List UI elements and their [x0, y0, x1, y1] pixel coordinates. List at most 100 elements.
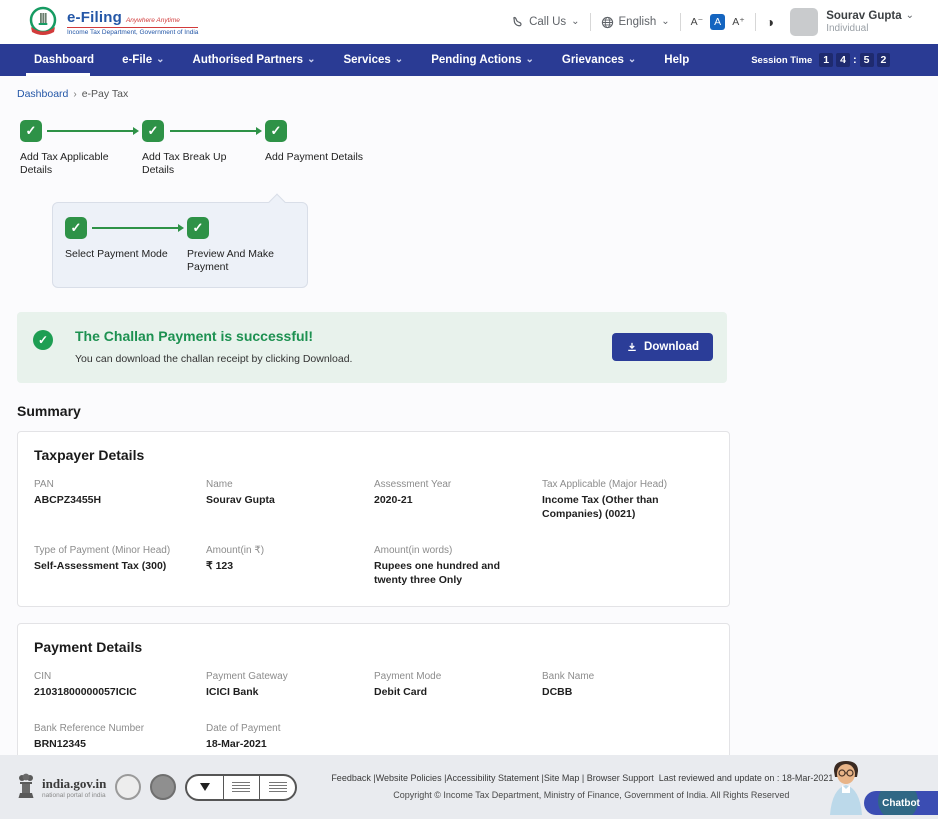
- chatbot-widget: Chatbot: [820, 757, 938, 815]
- portal-title: india.gov.in: [42, 776, 106, 792]
- substep-label: Select Payment Mode: [65, 248, 183, 261]
- field-amount: Amount(in ₹) ₹ 123: [206, 545, 374, 587]
- field-type-of-payment: Type of Payment (Minor Head) Self-Assess…: [34, 545, 206, 587]
- avatar: [790, 8, 818, 36]
- breadcrumb: Dashboard › e-Pay Tax: [17, 88, 730, 100]
- chevron-down-icon: ⌄: [628, 55, 636, 65]
- session-digit: 2: [877, 53, 891, 67]
- chevron-down-icon: ⌄: [307, 55, 315, 65]
- national-emblem-icon: [16, 773, 36, 801]
- field-name: Name Sourav Gupta: [206, 479, 374, 521]
- phone-icon: [512, 16, 524, 28]
- footer-link-accessibility[interactable]: Accessibility Statement: [446, 773, 539, 783]
- chevron-down-icon: ⌄: [661, 17, 669, 27]
- progress-stepper: ✓ Add Tax Applicable Details ✓ Add Tax B…: [20, 120, 420, 186]
- chevron-down-icon: ⌄: [571, 17, 579, 27]
- font-decrease-button[interactable]: A⁻: [691, 16, 704, 28]
- main-content: Dashboard › e-Pay Tax ✓ Add Tax Applicab…: [0, 76, 730, 819]
- nav-item-authorised-partners[interactable]: Authorised Partners⌄: [179, 44, 330, 76]
- top-header: e-Filing Anywhere Anytime Income Tax Dep…: [0, 0, 938, 44]
- portal-subtitle: national portal of india: [42, 792, 106, 799]
- taxpayer-details-card: Taxpayer Details PAN ABCPZ3455H Name Sou…: [17, 431, 730, 607]
- globe-icon: [601, 16, 614, 29]
- step-label: Add Payment Details: [265, 151, 383, 164]
- footer-link-site-map[interactable]: Site Map: [544, 773, 580, 783]
- step-check-icon: ✓: [265, 120, 287, 142]
- nav-item-dashboard[interactable]: Dashboard: [20, 44, 108, 76]
- substep-check-icon: ✓: [65, 217, 87, 239]
- step-connector-arrow-icon: [47, 130, 137, 132]
- session-digit: 4: [836, 53, 850, 67]
- session-timer: Session Time 1 4 : 5 2: [751, 44, 890, 76]
- step-add-tax-applicable-details: ✓ Add Tax Applicable Details: [20, 120, 138, 177]
- substep-check-icon: ✓: [187, 217, 209, 239]
- divider: [680, 13, 681, 31]
- field-payment-mode: Payment Mode Debit Card: [374, 671, 542, 700]
- cqw-badge-icon: [115, 774, 141, 800]
- logo-title: e-Filing: [67, 9, 122, 26]
- session-digit: 5: [860, 53, 874, 67]
- user-role: Individual: [826, 23, 914, 34]
- income-tax-emblem-icon: [26, 5, 60, 39]
- substep-preview-and-make-payment: ✓ Preview And Make Payment: [187, 217, 305, 274]
- payment-details-card: Payment Details CIN 21031800000057ICIC P…: [17, 623, 730, 771]
- language-selector[interactable]: English ⌄: [601, 16, 670, 29]
- logo-tagline: Anywhere Anytime: [126, 17, 180, 24]
- font-increase-button[interactable]: A⁺: [732, 16, 745, 28]
- success-banner: ✓ The Challan Payment is successful! You…: [17, 312, 727, 383]
- divider: [590, 13, 591, 31]
- panel-caret: [269, 194, 286, 211]
- step-check-icon: ✓: [20, 120, 42, 142]
- field-cin: CIN 21031800000057ICIC: [34, 671, 206, 700]
- nav-item-e-file[interactable]: e-File⌄: [108, 44, 178, 76]
- nav-item-services[interactable]: Services⌄: [329, 44, 417, 76]
- session-time-label: Session Time: [751, 55, 812, 66]
- download-icon: [626, 341, 638, 353]
- call-us-menu[interactable]: Call Us ⌄: [512, 16, 579, 28]
- chevron-down-icon: ⌄: [395, 55, 403, 65]
- nav-item-grievances[interactable]: Grievances⌄: [548, 44, 650, 76]
- step-check-icon: ✓: [142, 120, 164, 142]
- substep-label: Preview And Make Payment: [187, 248, 305, 274]
- footer: india.gov.in national portal of india Fe…: [0, 755, 938, 819]
- summary-heading: Summary: [17, 403, 730, 419]
- download-receipt-button[interactable]: Download: [612, 333, 713, 361]
- footer-link-browser-support[interactable]: Browser Support: [587, 773, 654, 783]
- field-date-of-payment: Date of Payment 18-Mar-2021: [206, 723, 374, 752]
- substep-panel: ✓ Select Payment Mode ✓ Preview And Make…: [52, 202, 308, 288]
- chatbot-avatar-icon: [820, 757, 872, 815]
- font-default-button[interactable]: A: [710, 14, 725, 30]
- field-pan: PAN ABCPZ3455H: [34, 479, 206, 521]
- field-assessment-year: Assessment Year 2020-21: [374, 479, 542, 521]
- breadcrumb-current: e-Pay Tax: [82, 88, 129, 100]
- user-name: Sourav Gupta: [826, 10, 901, 22]
- call-us-label: Call Us: [529, 16, 566, 28]
- chevron-down-icon: ⌄: [156, 55, 164, 65]
- user-menu[interactable]: Sourav Gupta ⌄ Individual: [790, 8, 914, 36]
- step-add-tax-break-up-details: ✓ Add Tax Break Up Details: [142, 120, 260, 177]
- separator: |: [582, 773, 584, 783]
- copyright-text: Copyright © Income Tax Department, Minis…: [331, 789, 851, 803]
- page: e-Filing Anywhere Anytime Income Tax Dep…: [0, 0, 938, 819]
- footer-link-feedback[interactable]: Feedback: [331, 773, 371, 783]
- session-colon: :: [853, 54, 857, 66]
- card-title: Payment Details: [34, 639, 713, 655]
- nav-item-help[interactable]: Help: [650, 44, 703, 76]
- chatbot-button[interactable]: Chatbot: [864, 791, 938, 815]
- entrust-badge-icon: [150, 774, 176, 800]
- footer-link-website-policies[interactable]: Website Policies: [376, 773, 442, 783]
- field-bank-reference-number: Bank Reference Number BRN12345: [34, 723, 206, 752]
- nav-item-pending-actions[interactable]: Pending Actions⌄: [417, 44, 548, 76]
- step-add-payment-details: ✓ Add Payment Details: [265, 120, 383, 164]
- logo-subtitle: Income Tax Department, Government of Ind…: [67, 29, 198, 36]
- contrast-toggle-icon[interactable]: ◑: [766, 14, 774, 30]
- breadcrumb-link-dashboard[interactable]: Dashboard: [17, 88, 68, 100]
- iso-certification-badges-icon: [185, 774, 297, 801]
- india-gov-portal-logo[interactable]: india.gov.in national portal of india: [16, 773, 106, 801]
- step-label: Add Tax Break Up Details: [142, 151, 260, 177]
- e-filing-logo[interactable]: e-Filing Anywhere Anytime Income Tax Dep…: [26, 5, 198, 39]
- card-title: Taxpayer Details: [34, 447, 713, 463]
- chevron-down-icon: ⌄: [906, 11, 914, 21]
- banner-title: The Challan Payment is successful!: [75, 328, 352, 344]
- field-tax-applicable: Tax Applicable (Major Head) Income Tax (…: [542, 479, 713, 521]
